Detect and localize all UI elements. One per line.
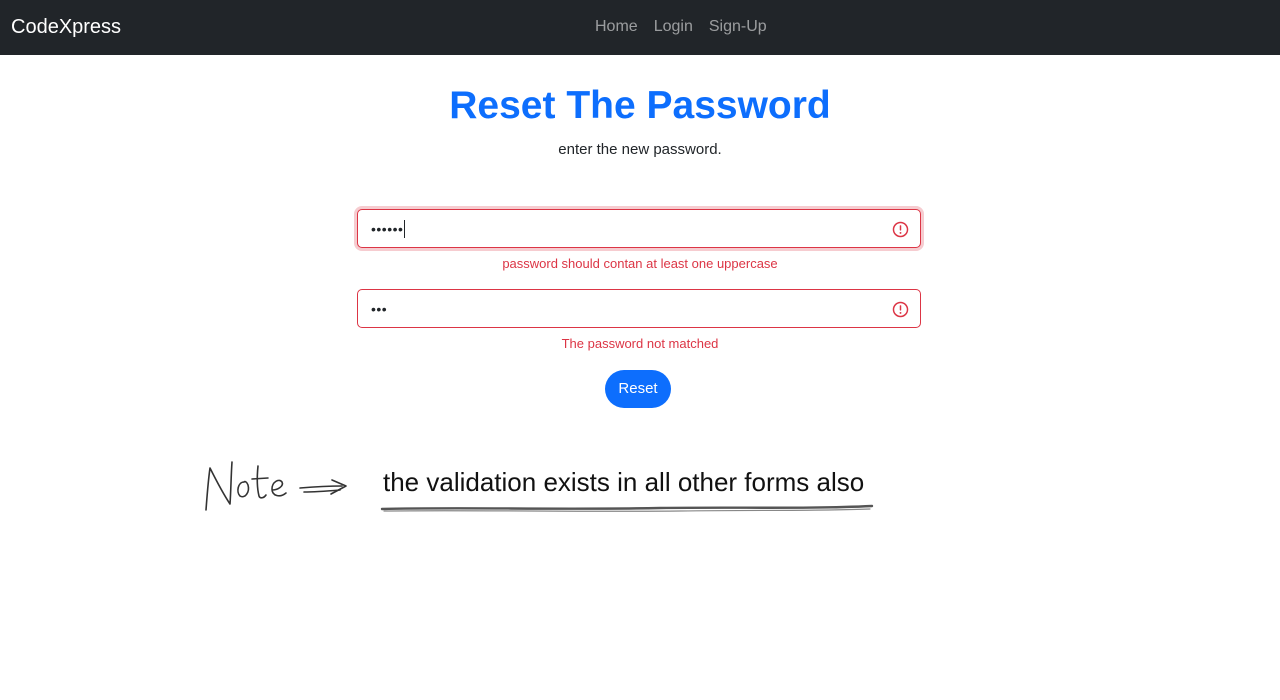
confirm-password-value: ••• xyxy=(371,301,388,317)
brand-logo-text[interactable]: CodeXpress xyxy=(11,15,121,39)
nav-link-login[interactable]: Login xyxy=(654,17,693,37)
handwritten-note-label xyxy=(205,461,347,511)
note-text: the validation exists in all other forms… xyxy=(383,467,865,497)
new-password-error: password should contan at least one uppe… xyxy=(502,256,778,271)
nav-link-signup[interactable]: Sign-Up xyxy=(709,17,767,37)
text-caret xyxy=(404,220,406,238)
nav-links: Home Login Sign-Up xyxy=(595,17,767,37)
navbar: CodeXpress Home Login Sign-Up xyxy=(0,0,1280,55)
confirm-password-error: The password not matched xyxy=(561,336,719,351)
exclamation-circle-icon xyxy=(892,301,909,318)
nav-link-home[interactable]: Home xyxy=(595,17,638,37)
page-title: Reset The Password xyxy=(449,84,831,127)
note-underline xyxy=(380,504,874,512)
exclamation-circle-icon xyxy=(892,221,909,238)
new-password-value: •••••• xyxy=(371,220,406,238)
confirm-password-field[interactable]: ••• xyxy=(357,289,921,328)
reset-button[interactable]: Reset xyxy=(605,370,671,408)
page-subtitle: enter the new password. xyxy=(558,141,722,158)
new-password-field[interactable]: •••••• xyxy=(357,209,921,248)
